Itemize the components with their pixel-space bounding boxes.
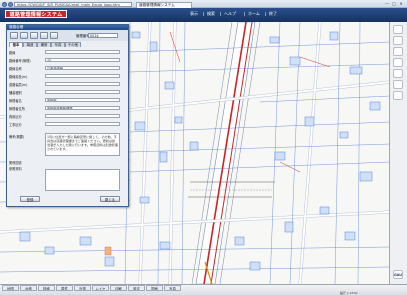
row-value[interactable] [45, 49, 120, 54]
info-icon[interactable] [393, 91, 403, 100]
forward-icon[interactable] [8, 1, 13, 7]
back-icon[interactable] [2, 1, 7, 7]
pan-icon[interactable] [393, 25, 403, 34]
menu-home[interactable]: ホーム [248, 11, 260, 17]
minimize-icon[interactable]: — [384, 1, 390, 6]
bottom-tab-map[interactable]: 地図 [2, 285, 19, 291]
tab-photo[interactable]: 写真 [51, 42, 65, 47]
documents-label: 関係図書 [9, 161, 22, 165]
save-button[interactable] [40, 32, 48, 39]
bottom-tab-search[interactable]: 検索 [38, 285, 55, 291]
scale-status: 縮尺 1:2500 [340, 291, 358, 295]
menu-view[interactable]: 表示 [190, 11, 198, 17]
menu-help[interactable]: ヘルプ [224, 11, 236, 17]
close-button[interactable]: 閉じる [100, 196, 120, 202]
documents-sublabel: 参照資料 [9, 167, 22, 171]
menu-search[interactable]: 検索 [207, 11, 215, 17]
measure-icon[interactable] [393, 58, 403, 67]
bottom-tab-register[interactable]: 台帳 [20, 285, 37, 291]
delete-button[interactable] [50, 32, 58, 39]
row-label: 路線延長(m) [9, 75, 28, 79]
bottom-tab-attribute[interactable]: 属性 [56, 285, 73, 291]
documents-field[interactable] [45, 169, 120, 191]
row-label: 路線 [9, 51, 16, 55]
row-label: 管理者名 [9, 99, 22, 103]
zoom-in-icon[interactable] [393, 36, 403, 45]
tab-structure[interactable]: 構造 [23, 42, 37, 47]
prev-record-button[interactable] [10, 32, 18, 39]
edit-button[interactable] [30, 32, 38, 39]
row-value[interactable]: 45 [45, 57, 120, 62]
row-value[interactable]: 市役所道路管理課 [45, 105, 120, 110]
tab-other[interactable]: その他 [65, 42, 81, 47]
bottom-tab-print[interactable]: 印刷 [110, 285, 127, 291]
row-value[interactable] [45, 81, 120, 86]
close-icon[interactable]: ✕ [398, 1, 404, 6]
row-value[interactable] [45, 89, 120, 94]
zoom-out-icon[interactable] [393, 47, 403, 56]
bottom-tab-settings[interactable]: 設定 [128, 285, 145, 291]
row-value[interactable]: 市役所 [45, 97, 120, 102]
bottom-tab-drawing[interactable]: 図面 [146, 285, 163, 291]
memo-label: 備考(概要) [9, 135, 25, 139]
row-label: 路線番号(管理) [9, 59, 31, 63]
maximize-icon[interactable]: □ [391, 1, 397, 6]
row-value[interactable] [45, 121, 120, 126]
tab-basic[interactable]: 基本 [9, 42, 23, 47]
row-value[interactable] [45, 113, 120, 118]
memo-textarea[interactable]: 1月に位置が一部に路線変更に関して、その他、不具合は道路管理課までご連絡ください… [45, 133, 120, 156]
tab-repair[interactable]: 補修 [37, 42, 51, 47]
next-record-button[interactable] [20, 32, 28, 39]
row-label: 費用区分 [9, 115, 22, 119]
bottom-tab-measure[interactable]: 計測 [74, 285, 91, 291]
layer-icon[interactable] [393, 80, 403, 89]
menu-exit[interactable]: 終了 [269, 11, 277, 17]
row-label: 路線名称 [9, 67, 22, 71]
bottom-tab-photo[interactable]: 写真 [164, 285, 181, 291]
row-label: 道路幅員(m) [9, 83, 28, 87]
brand-logo: GAU [393, 270, 403, 279]
record-number-field[interactable]: 0024 [88, 32, 118, 38]
app-title: 道路管理情報システム [5, 10, 67, 18]
row-value[interactable]: 江東新道線 [45, 65, 120, 70]
brand-logo-text: GAU [394, 273, 403, 277]
row-label: 舗装種別 [9, 91, 22, 95]
address-bar[interactable]: https://CWGIS/F_SIR_PUSIGSA/mail_main_Eq… [14, 1, 132, 7]
bottom-tab-layer[interactable]: レイヤ [92, 285, 109, 291]
row-value[interactable] [45, 73, 120, 78]
row-label: 管理者住所 [9, 107, 25, 111]
row-label: 工事区分 [9, 123, 22, 127]
print-icon[interactable] [393, 69, 403, 78]
register-button[interactable]: 登録 [20, 196, 40, 202]
